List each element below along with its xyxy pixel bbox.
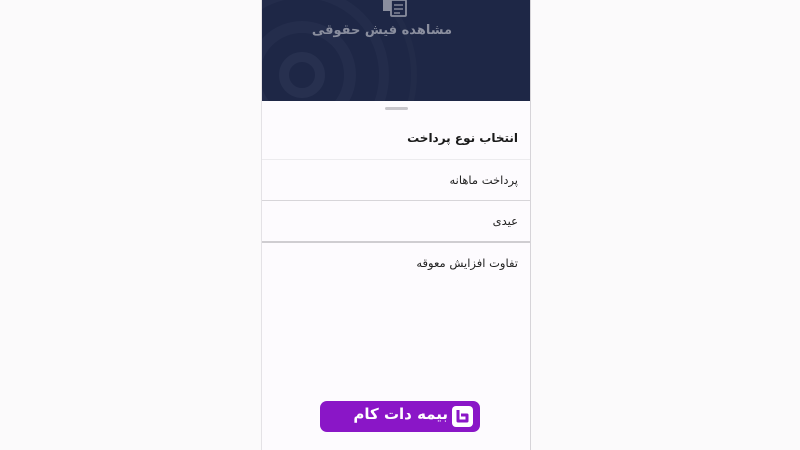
- header-banner: مشاهده فیش حقوقی: [262, 0, 530, 101]
- drag-handle[interactable]: [385, 107, 408, 110]
- bottom-sheet: انتخاب نوع پرداخت پرداخت ماهانه عیدی تفا…: [262, 101, 530, 450]
- watermark-text: بیمه دات کام: [353, 405, 448, 423]
- divider: [262, 241, 530, 243]
- option-eidi[interactable]: عیدی: [493, 214, 518, 228]
- payslip-icon: [383, 0, 407, 17]
- option-deferred-raise-difference[interactable]: تفاوت افزایش معوقه: [416, 256, 518, 270]
- watermark-logo: بیمه دات کام: [320, 401, 480, 432]
- header-title: مشاهده فیش حقوقی: [311, 23, 452, 38]
- option-monthly-payment[interactable]: پرداخت ماهانه: [449, 173, 518, 187]
- divider: [262, 200, 530, 201]
- mobile-screen: مشاهده فیش حقوقی انتخاب نوع پرداخت پرداخ…: [261, 0, 531, 450]
- sheet-title: انتخاب نوع پرداخت: [407, 131, 518, 145]
- divider: [262, 159, 530, 160]
- logo-mark-icon: [452, 406, 473, 427]
